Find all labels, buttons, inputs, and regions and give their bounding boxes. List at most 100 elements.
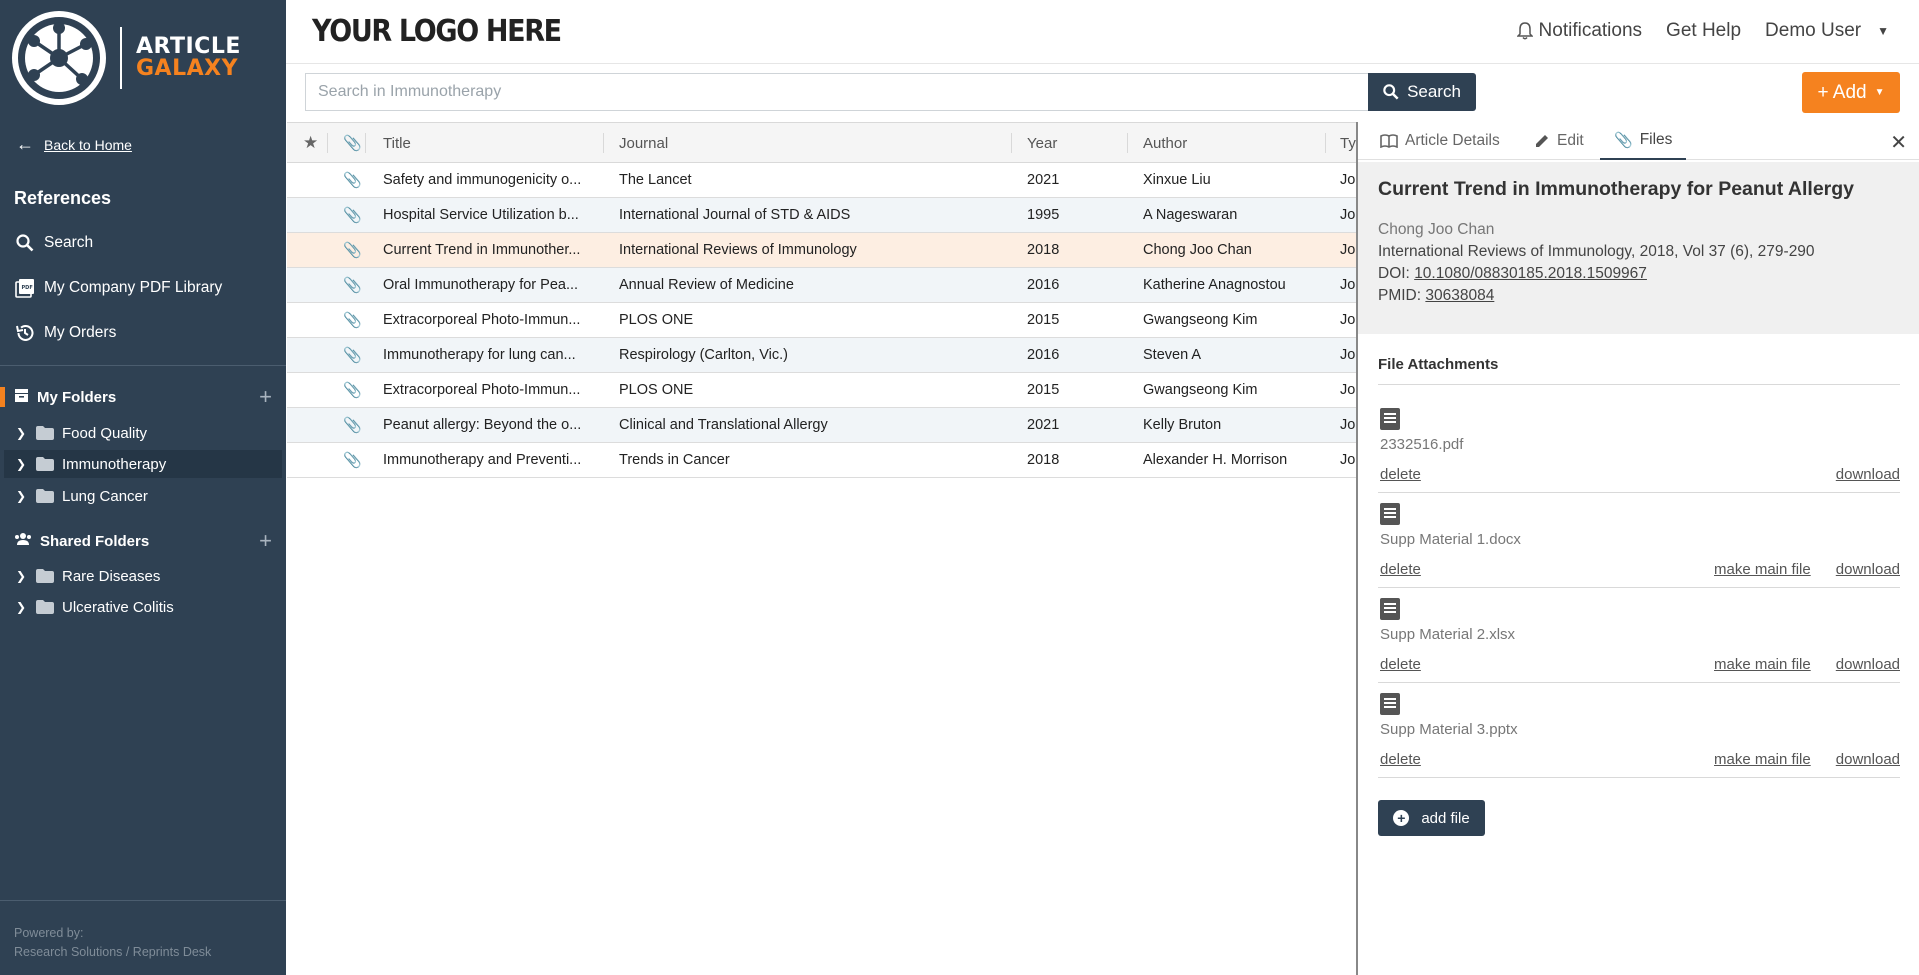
folder-food-quality[interactable]: ❯ Food Quality [4,419,282,447]
folder-rare-diseases[interactable]: ❯ Rare Diseases [4,562,282,590]
add-file-label: add file [1421,809,1470,827]
add-folder-plus-icon[interactable]: + [259,385,272,409]
file-divider [1378,682,1900,683]
add-file-button[interactable]: + add file [1378,800,1485,836]
paperclip-icon[interactable]: 📎 [343,198,362,232]
download-link[interactable]: download [1836,466,1900,483]
download-link[interactable]: download [1836,751,1900,768]
folder-immunotherapy[interactable]: ❯ Immunotherapy [4,450,282,478]
table-row[interactable]: 📎 Hospital Service Utilization b... Intern… [287,198,1357,233]
powered-by: Powered by: Research Solutions / Reprint… [14,924,211,962]
column-separator [1127,133,1128,153]
cell-title: Current Trend in Immunother... [383,242,581,258]
table-row[interactable]: 📎 Immunotherapy and Preventi... Trends in … [287,443,1357,478]
shared-folders-header: Shared Folders + [0,529,286,553]
delete-link[interactable]: delete [1380,656,1421,673]
table-row[interactable]: 📎 Oral Immunotherapy for Pea... Annual Rev… [287,268,1357,303]
chevron-right-icon[interactable]: ❯ [12,489,30,503]
delete-link[interactable]: delete [1380,466,1421,483]
make-main-file-link[interactable]: make main file [1714,656,1811,673]
make-main-file-link[interactable]: make main file [1714,751,1811,768]
make-main-file-link[interactable]: make main file [1714,561,1811,578]
download-link[interactable]: download [1836,656,1900,673]
delete-link[interactable]: delete [1380,561,1421,578]
doi-link[interactable]: 10.1080/08830185.2018.1509967 [1414,265,1647,282]
notifications-link[interactable]: Notifications [1516,20,1642,42]
column-header-journal[interactable]: Journal [619,123,668,163]
top-right-menu: Notifications Get Help Demo User ▼ [1493,20,1889,42]
table-row[interactable]: 📎 Immunotherapy for lung can... Respirolog… [287,338,1357,373]
search-button-label: Search [1407,82,1461,101]
tab-files[interactable]: 📎 Files [1600,122,1687,160]
tab-article-details[interactable]: Article Details [1380,122,1500,160]
column-header-title[interactable]: Title [383,123,411,163]
cell-journal: PLOS ONE [619,382,694,398]
paperclip-icon[interactable]: 📎 [343,268,362,302]
paperclip-icon[interactable]: 📎 [343,303,362,337]
folder-label: Food Quality [62,424,148,442]
doi-label: DOI: [1378,265,1410,282]
folder-label: Rare Diseases [62,567,161,585]
paperclip-icon[interactable]: 📎 [343,233,362,267]
tab-edit[interactable]: Edit [1534,122,1584,160]
cell-title: Extracorporeal Photo-Immun... [383,382,581,398]
paperclip-icon[interactable]: 📎 [343,338,362,372]
nav-item-orders[interactable]: My Orders [14,322,116,344]
cell-type: Jo [1340,347,1356,363]
column-header-year[interactable]: Year [1027,123,1057,163]
chevron-right-icon[interactable]: ❯ [12,600,30,614]
cell-author: Gwangseong Kim [1143,382,1258,398]
table-row[interactable]: 📎 Safety and immunogenicity o... The Lance… [287,163,1357,198]
plus-circle-icon: + [1393,810,1410,826]
search-input[interactable]: Search in Immunotherapy [305,73,1369,111]
file-name: Supp Material 1.docx [1380,531,1521,548]
file-attachments-title: File Attachments [1378,356,1499,373]
download-link[interactable]: download [1836,561,1900,578]
cell-type: Jo [1340,452,1356,468]
cell-title: Immunotherapy and Preventi... [383,452,582,468]
paperclip-icon[interactable]: 📎 [343,163,362,197]
table-row[interactable]: 📎 Extracorporeal Photo-Immun... PLOS ONE 20… [287,303,1357,338]
chevron-right-icon[interactable]: ❯ [12,426,30,440]
paperclip-icon[interactable]: 📎 [343,408,362,442]
delete-link[interactable]: delete [1380,751,1421,768]
get-help-link[interactable]: Get Help [1666,20,1741,42]
cell-year: 2018 [1027,452,1060,468]
nav-item-pdf-library[interactable]: PDF My Company PDF Library [14,277,222,299]
file-name: Supp Material 3.pptx [1380,721,1518,738]
user-name: Demo User [1765,20,1862,41]
add-shared-folder-plus-icon[interactable]: + [259,529,272,553]
table-row[interactable]: 📎 Extracorporeal Photo-Immun... PLOS ONE 20… [287,373,1357,408]
article-galaxy-logo[interactable]: ARTICLE GALAXY [12,10,272,105]
folder-lung-cancer[interactable]: ❯ Lung Cancer [4,482,282,510]
favorite-star-icon[interactable]: ★ [303,123,318,163]
table-row[interactable]: 📎 Current Trend in Immunother... Internati… [287,233,1357,268]
column-header-author[interactable]: Author [1143,123,1187,163]
document-icon [1380,598,1400,620]
column-header-type[interactable]: Ty [1340,123,1356,163]
svg-text:PDF: PDF [22,285,33,291]
nav-item-label: My Company PDF Library [44,279,223,296]
user-menu[interactable]: Demo User ▼ [1765,20,1889,42]
table-row[interactable]: 📎 Peanut allergy: Beyond the o... Clinical… [287,408,1357,443]
chevron-right-icon[interactable]: ❯ [12,569,30,583]
column-separator [327,133,328,153]
nav-item-search[interactable]: Search [14,232,93,254]
cell-author: Chong Joo Chan [1143,242,1252,258]
pmid-link[interactable]: 30638084 [1425,287,1494,304]
add-button[interactable]: + Add ▼ [1802,72,1900,113]
paperclip-icon[interactable]: 📎 [343,373,362,407]
folder-icon [36,600,54,614]
add-button-label: + Add [1817,81,1867,103]
search-button[interactable]: Search [1368,73,1476,111]
folder-label: Ulcerative Colitis [62,598,174,616]
file-name: 2332516.pdf [1380,436,1464,453]
file-item: Supp Material 1.docx delete make main file… [1380,503,1900,596]
folder-ulcerative-colitis[interactable]: ❯ Ulcerative Colitis [4,593,282,621]
close-icon[interactable]: ✕ [1890,130,1907,155]
file-item: Supp Material 3.pptx delete make main file… [1380,693,1900,786]
chevron-right-icon[interactable]: ❯ [12,457,30,471]
back-to-home-link[interactable]: ← Back to Home [16,134,132,155]
footer-divider [0,900,286,901]
paperclip-icon[interactable]: 📎 [343,443,362,477]
